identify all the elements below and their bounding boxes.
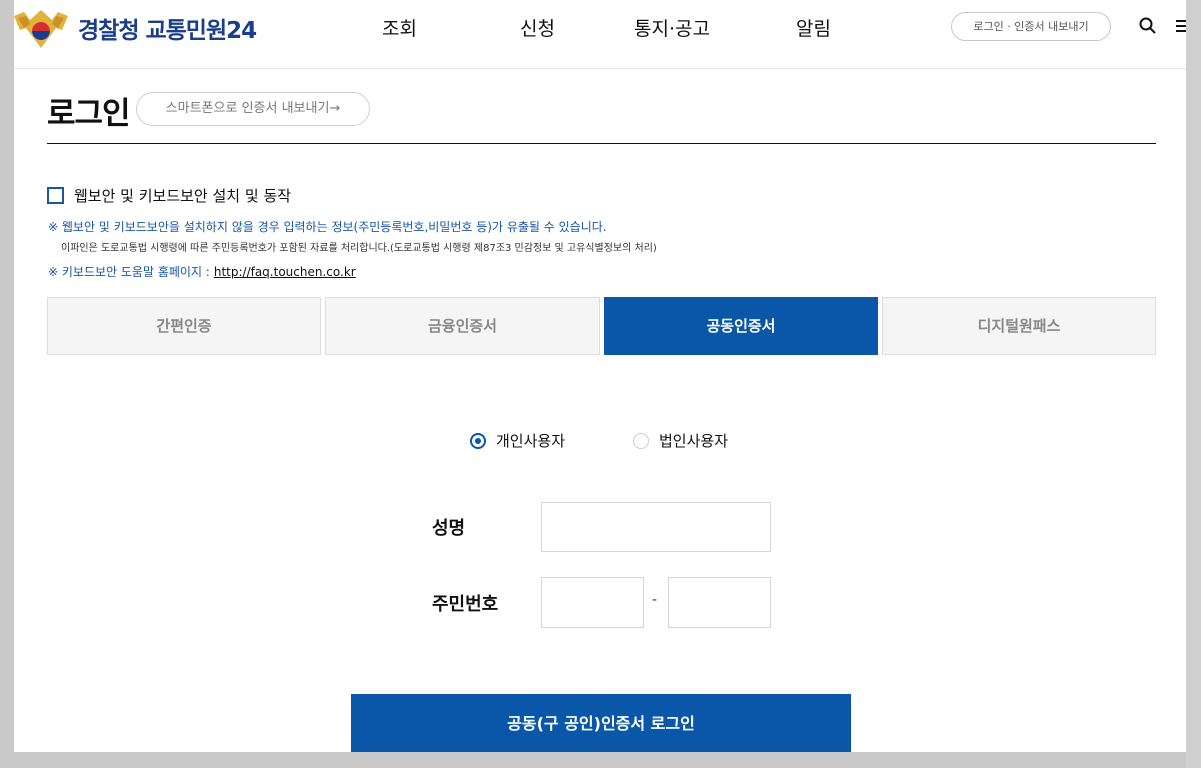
security-warning-notice: ※ 웹보안 및 키보드보안을 설치하지 않을 경우 입력하는 정보(주민등록번호… xyxy=(48,220,607,234)
nav-item-application[interactable]: 신청 xyxy=(520,14,555,41)
keyboard-security-help: ※ 키보드보안 도움말 홈페이지 : http://faq.touchen.co.… xyxy=(48,263,356,280)
nav-item-notices[interactable]: 통지·공고 xyxy=(634,14,710,41)
rrn-separator: - xyxy=(652,592,658,608)
login-cert-export-button[interactable]: 로그인 · 인증서 내보내기 xyxy=(951,12,1111,41)
tab-simple-auth[interactable]: 간편인증 xyxy=(47,297,321,355)
title-divider xyxy=(47,143,1156,144)
hamburger-menu-icon[interactable] xyxy=(1173,16,1186,36)
tab-digital-onepass[interactable]: 디지털원패스 xyxy=(882,297,1156,355)
keyboard-security-help-link[interactable]: http://faq.touchen.co.kr xyxy=(214,265,356,279)
site-header: 경찰청 교통민원24 조회 신청 통지·공고 알림 로그인 · 인증서 내보내기 xyxy=(14,0,1186,69)
radio-individual-label: 개인사용자 xyxy=(496,432,566,450)
radio-corporate-label: 법인사용자 xyxy=(659,432,729,450)
radio-individual-user[interactable]: 개인사용자 xyxy=(470,430,565,451)
tab-financial-cert[interactable]: 금융인증서 xyxy=(325,297,600,355)
nav-item-inquiry[interactable]: 조회 xyxy=(382,14,417,41)
page: 경찰청 교통민원24 조회 신청 통지·공고 알림 로그인 · 인증서 내보내기… xyxy=(14,0,1186,752)
rrn-front-input[interactable] xyxy=(541,577,644,628)
search-icon[interactable] xyxy=(1138,16,1158,36)
name-label: 성명 xyxy=(432,518,466,539)
user-type-radio-group: 개인사용자 법인사용자 xyxy=(14,430,1186,450)
page-title: 로그인 xyxy=(47,96,131,132)
name-input[interactable] xyxy=(541,502,771,552)
auth-method-tabs: 간편인증 금융인증서 공동인증서 디지털원패스 xyxy=(47,297,1156,355)
rrn-back-input[interactable] xyxy=(668,577,771,628)
radio-button-selected[interactable] xyxy=(470,432,486,449)
checkbox[interactable] xyxy=(47,187,64,204)
nav-item-alerts[interactable]: 알림 xyxy=(796,14,831,41)
security-install-label: 웹보안 및 키보드보안 설치 및 동작 xyxy=(74,187,292,205)
keyboard-security-help-label: ※ 키보드보안 도움말 홈페이지 : xyxy=(48,265,210,279)
rrn-label: 주민번호 xyxy=(432,594,499,615)
smartphone-cert-export-button[interactable]: 스마트폰으로 인증서 내보내기→ xyxy=(136,92,370,126)
joint-cert-login-button[interactable]: 공동(구 공인)인증서 로그인 xyxy=(351,694,851,752)
security-install-checkbox[interactable]: 웹보안 및 키보드보안 설치 및 동작 xyxy=(47,185,291,206)
tab-joint-cert[interactable]: 공동인증서 xyxy=(604,297,878,355)
page-scrollbar[interactable] xyxy=(1186,0,1201,768)
radio-corporate-user[interactable]: 법인사용자 xyxy=(633,430,728,451)
privacy-processing-notice: 이파인은 도로교통법 시행령에 따른 주민등록번호가 포함된 자료를 처리합니다… xyxy=(61,243,657,254)
radio-button[interactable] xyxy=(633,432,649,449)
